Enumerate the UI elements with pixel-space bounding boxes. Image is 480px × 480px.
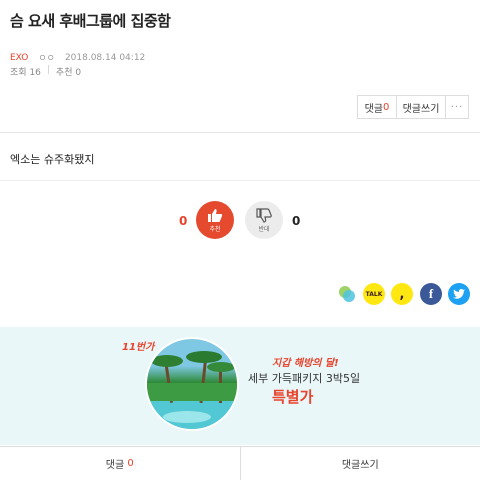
kakaotalk-share-button[interactable]: TALK [363,283,385,305]
twitter-share-button[interactable] [448,283,470,305]
upvote-button[interactable]: 추천 [196,201,234,239]
ad-banner[interactable] [0,327,480,445]
facebook-share-button[interactable]: f [420,283,442,305]
write-comment-button[interactable]: 댓글쓰기 [396,95,446,119]
bottom-write-comment-button[interactable]: 댓글쓰기 [239,447,480,480]
stats-divider: | [46,65,50,75]
twitter-icon [453,289,465,299]
upvote-count: 0 [179,214,188,228]
post-author[interactable]: ㅇㅇ [38,51,55,64]
post-category[interactable]: EXO [10,53,28,63]
divider [0,132,480,133]
post-meta: EXO ㅇㅇ 2018.08.14 04:12 [10,51,146,65]
ad-resort-image [145,337,239,431]
post-action-bar: 댓글 0 댓글쓰기 ··· [357,95,469,119]
band-share-button[interactable] [336,283,358,305]
post-date: 2018.08.14 04:12 [64,52,146,63]
bottom-comment-count: 0 [127,458,134,469]
downvote-button[interactable]: 반대 [245,201,283,239]
kakaostory-share-button[interactable]: , [391,283,413,305]
bottom-comment-button[interactable]: 댓글 0 [0,447,240,480]
bottom-comment-label: 댓글 [105,460,125,471]
comment-label: 댓글 [364,103,384,115]
more-options-button[interactable]: ··· [445,95,469,119]
ad-price-label: 특별가 [272,388,314,406]
post-stats: 조회 16 | 추천 0 [10,65,81,78]
kakaostory-icon: , [399,286,405,302]
thumbs-down-icon [256,207,272,223]
divider [0,180,480,181]
facebook-icon: f [428,286,434,301]
ad-headline: 지갑 해방의 달! [272,358,339,369]
post-recommend-count: 추천 0 [55,68,82,78]
palm-beach-illustration [147,351,237,429]
upvote-label: 추천 [209,225,221,233]
comment-count: 0 [383,101,390,113]
downvote-count: 0 [292,214,301,228]
post-body: 엑소는 슈주화됐지 [10,153,95,166]
ad-subline: 세부 가득패키지 3박5일 [248,372,361,385]
band-icon [339,286,355,302]
comment-button[interactable]: 댓글 0 [357,95,397,119]
post-title: 슴 요새 후배그룹에 집중함 [10,12,171,30]
bottom-action-bar: 댓글 0 댓글쓰기 [0,446,480,480]
thumbs-up-icon [208,208,223,222]
kakaotalk-icon: TALK [365,290,383,298]
ad-brand: 11번가 [122,342,155,353]
post-views: 조회 16 [10,68,41,78]
downvote-label: 반대 [258,225,270,233]
